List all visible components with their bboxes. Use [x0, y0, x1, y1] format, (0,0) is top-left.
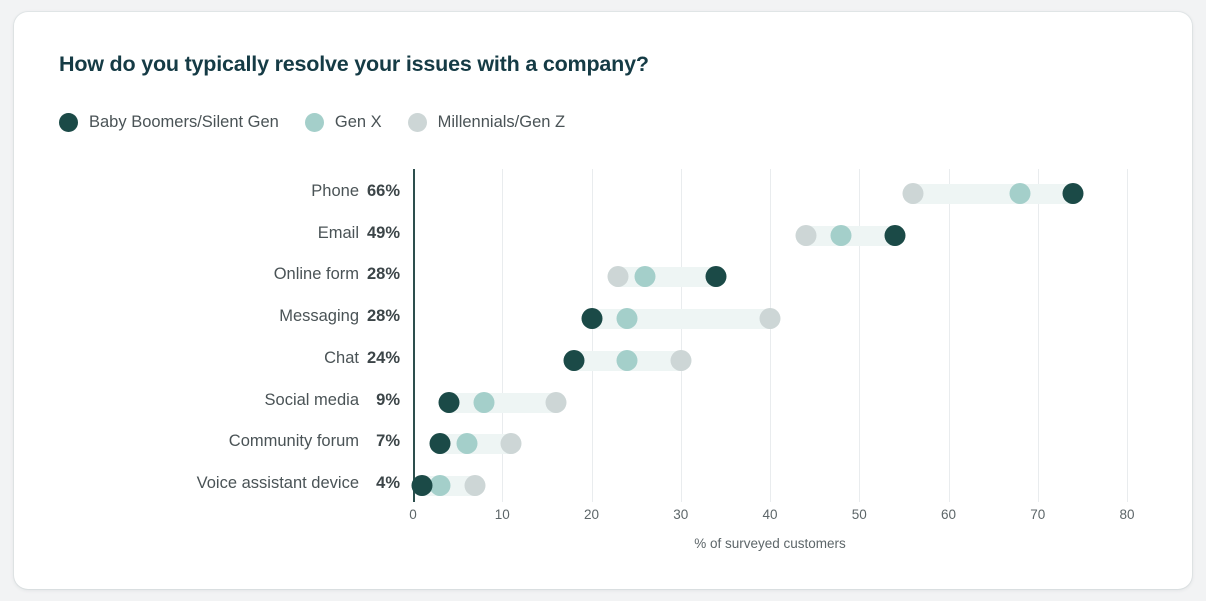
- chart-row: Phone 66%: [14, 173, 1192, 215]
- data-point-millennials[interactable]: [545, 391, 567, 413]
- data-point-millennials[interactable]: [500, 433, 522, 455]
- x-tick-label: 70: [1030, 507, 1046, 522]
- x-tick-label: 60: [940, 507, 957, 522]
- data-point-boomers[interactable]: [563, 349, 585, 371]
- row-value-label: 24%: [366, 348, 400, 367]
- x-tick-label: 30: [673, 507, 689, 522]
- x-axis-caption: % of surveyed customers: [694, 536, 846, 551]
- data-point-boomers[interactable]: [705, 266, 727, 288]
- row-value-label: 28%: [366, 265, 400, 284]
- row-connector-bar: [581, 309, 780, 330]
- x-tick-label: 50: [851, 507, 867, 522]
- data-point-genx[interactable]: [456, 433, 478, 455]
- chart-row: Messaging 28%: [14, 298, 1192, 340]
- data-point-millennials[interactable]: [902, 183, 924, 204]
- data-point-boomers[interactable]: [1062, 183, 1084, 204]
- chart-row: Email 49%: [14, 215, 1192, 257]
- row-category-label: Social media: [264, 390, 359, 409]
- data-point-millennials[interactable]: [759, 308, 781, 330]
- row-value-label: 9%: [376, 390, 400, 409]
- data-point-boomers[interactable]: [581, 308, 602, 330]
- data-point-millennials[interactable]: [607, 266, 629, 288]
- data-point-boomers[interactable]: [429, 433, 451, 455]
- data-point-millennials[interactable]: [670, 349, 692, 371]
- chart-row: Chat 24%: [14, 340, 1192, 382]
- data-point-genx[interactable]: [830, 224, 852, 246]
- chart-row: Community forum 7%: [14, 423, 1192, 465]
- x-tick-label: 80: [1119, 507, 1135, 522]
- x-tick-label: 20: [583, 507, 600, 522]
- row-value-label: 66%: [366, 182, 400, 200]
- data-point-boomers[interactable]: [411, 474, 433, 496]
- x-tick-label: 10: [494, 507, 510, 522]
- data-point-genx[interactable]: [616, 349, 638, 371]
- data-point-boomers[interactable]: [884, 224, 906, 246]
- row-category-label: Community forum: [228, 432, 359, 451]
- data-point-genx[interactable]: [473, 391, 495, 413]
- x-tick-label: 40: [762, 507, 778, 522]
- row-connector-bar: [902, 184, 1084, 204]
- row-category-label: Voice assistant device: [196, 473, 359, 492]
- data-point-genx[interactable]: [1009, 183, 1031, 204]
- data-point-millennials[interactable]: [795, 224, 817, 246]
- chart-row: Social media 9%: [14, 382, 1192, 424]
- data-point-boomers[interactable]: [438, 391, 460, 413]
- data-point-genx[interactable]: [616, 308, 638, 330]
- row-value-label: 28%: [366, 307, 400, 326]
- chart-row: Voice assistant device 4%: [14, 465, 1192, 507]
- row-value-label: 7%: [376, 432, 400, 451]
- data-point-genx[interactable]: [634, 266, 656, 288]
- row-value-label: 4%: [376, 473, 400, 492]
- chart-row: Online form 28%: [14, 256, 1192, 298]
- data-point-millennials[interactable]: [464, 474, 486, 496]
- plot-area: 0 10 20 30 40 50 60 70 80 Phone 66% Email 49% Online …: [14, 12, 1192, 589]
- row-value-label: 49%: [366, 223, 400, 242]
- x-tick-label: 0: [409, 507, 417, 522]
- chart-card: How do you typically resolve your issues…: [14, 12, 1192, 589]
